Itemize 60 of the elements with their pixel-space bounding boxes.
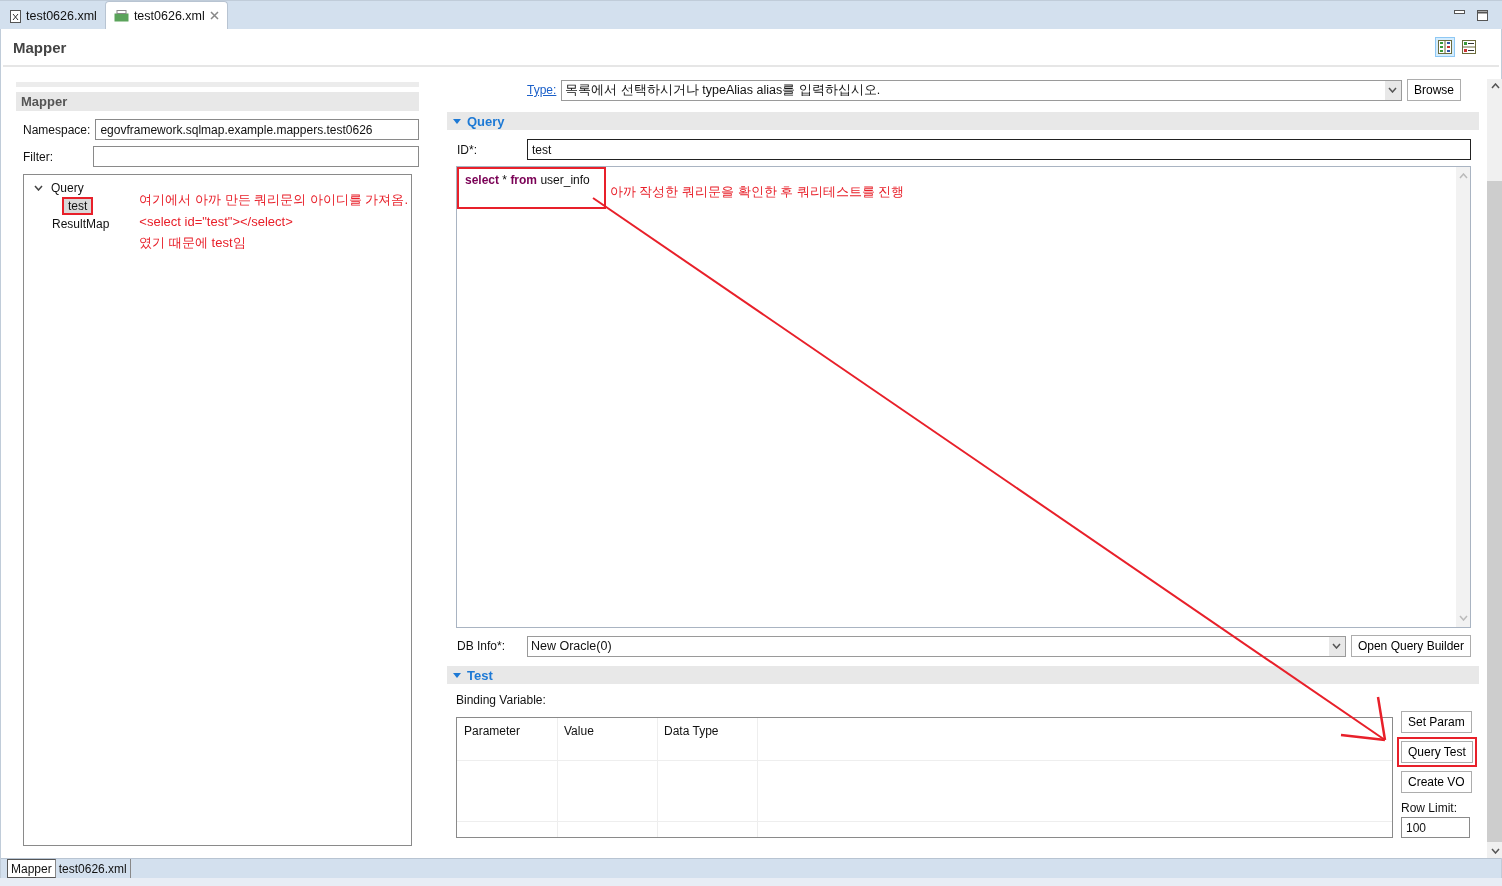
editor-tab[interactable]: test0626.xml (104, 1, 228, 29)
page-scrollbar[interactable] (1487, 79, 1502, 858)
row-limit-field[interactable]: 100 (1401, 817, 1470, 838)
filter-label: Filter: (23, 149, 54, 164)
page-title: Mapper (13, 38, 67, 56)
map-file-icon (113, 9, 129, 22)
type-link[interactable]: Type: (527, 83, 557, 97)
dropdown-caret-icon (1332, 643, 1342, 649)
tree-item[interactable]: test (64, 199, 92, 213)
close-icon[interactable] (209, 11, 219, 20)
tab-label: test0626.xml (133, 8, 205, 23)
section-title: Query (467, 113, 505, 129)
maximize-icon[interactable] (1477, 9, 1488, 21)
dropdown-caret-icon (1388, 87, 1398, 93)
id-field[interactable]: test (527, 139, 1471, 160)
id-label: ID*: (457, 142, 478, 157)
expand-triangle-icon[interactable] (453, 118, 461, 124)
columns-layout-icon (1438, 40, 1452, 54)
annotation-note: 였기 때문에 test임 (139, 234, 247, 252)
filter-field[interactable] (93, 146, 419, 167)
query-section-header[interactable]: Query (447, 112, 1479, 130)
rows-layout-icon (1462, 40, 1476, 54)
column-header[interactable]: Parameter (457, 718, 557, 744)
sql-text: select* from user_info (459, 169, 604, 207)
browse-button[interactable]: Browse (1407, 79, 1461, 101)
scroll-up-icon (1458, 173, 1468, 179)
sql-editor[interactable]: select* from user_info 아까 작성한 쿼리문을 확인한 후 쿼리테스트를 진행 (456, 166, 1471, 628)
tree-item[interactable]: ResultMap (48, 217, 114, 231)
layout-toggle-button[interactable] (1459, 37, 1479, 57)
action-button[interactable]: Set Param (1401, 711, 1472, 733)
minimize-icon[interactable] (1454, 9, 1465, 15)
type-dropdown[interactable]: 목록에서 선택하시거나 typeAlias alias를 입력하십시오. (561, 79, 1402, 101)
action-button[interactable]: Create VO (1401, 771, 1472, 793)
column-header[interactable]: Data Type (657, 718, 757, 744)
scroll-down-icon (1458, 615, 1468, 621)
page-tab[interactable]: Mapper (7, 859, 56, 878)
binding-variable-label: Binding Variable: (456, 693, 547, 707)
editor-scrollbar[interactable] (1456, 167, 1470, 627)
namespace-label: Namespace: (23, 122, 91, 137)
annotation-note: <select id="test"></select> (139, 214, 294, 229)
tree-item[interactable]: Query (47, 181, 88, 195)
namespace-field[interactable]: egovframework.sqlmap.example.mappers.test0626 (95, 119, 419, 140)
db-info-dropdown[interactable]: New Oracle(0) (527, 635, 1346, 657)
scroll-up-icon (1490, 83, 1500, 89)
section-header: Mapper (16, 92, 419, 111)
test-section-header[interactable]: Test (447, 666, 1479, 684)
annotation-note: 여기에서 아까 만든 쿼리문의 아이디를 가져옴. (139, 191, 409, 209)
expand-triangle-icon[interactable] (453, 672, 461, 678)
xml-file-icon (10, 9, 21, 23)
db-info-label: DB Info*: (457, 639, 507, 653)
scroll-thumb[interactable] (1487, 181, 1502, 842)
scroll-down-icon (1490, 848, 1500, 854)
section-title: Test (467, 667, 493, 683)
annotation-note: 아까 작성한 쿼리문을 확인한 후 쿼리테스트를 진행 (609, 183, 905, 201)
editor-tab[interactable]: test0626.xml (2, 3, 105, 29)
row-limit-label: Row Limit: (1401, 801, 1457, 815)
open-query-builder-button[interactable]: Open Query Builder (1350, 635, 1471, 657)
column-header[interactable]: Value (557, 718, 657, 744)
layout-toggle-button[interactable] (1435, 37, 1455, 57)
tab-label: test0626.xml (26, 9, 97, 23)
